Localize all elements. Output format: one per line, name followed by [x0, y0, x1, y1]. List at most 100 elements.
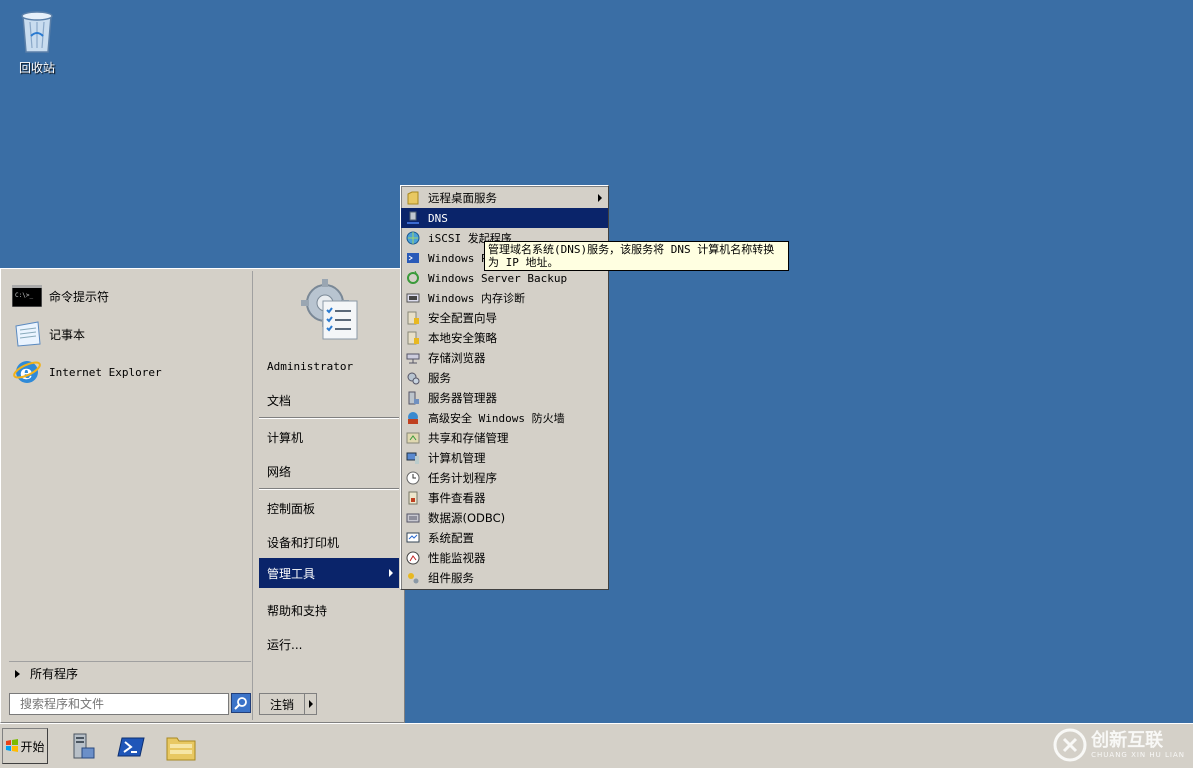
computer-label: 计算机: [267, 430, 304, 445]
firewall-icon: [405, 410, 421, 426]
submenu-item-msconfig[interactable]: 系统配置: [401, 528, 608, 548]
submenu-item-label: Windows Server Backup: [428, 271, 568, 285]
submenu-item-storage-explorer[interactable]: 存储浏览器: [401, 348, 608, 368]
svg-text:C:\>_: C:\>_: [15, 292, 33, 299]
submenu-item-label: 事件查看器: [428, 491, 486, 505]
computer-link[interactable]: 计算机: [259, 422, 399, 452]
submenu-item-backup[interactable]: Windows Server Backup: [401, 268, 608, 288]
help-support-link[interactable]: 帮助和支持: [259, 595, 399, 625]
run-label: 运行...: [267, 637, 303, 652]
submenu-item-label: Windows 内存诊断: [428, 292, 525, 305]
submenu-item-label: 高级安全 Windows 防火墙: [428, 412, 565, 425]
submenu-item-server-manager[interactable]: 服务器管理器: [401, 388, 608, 408]
all-programs-button[interactable]: 所有程序: [9, 661, 251, 685]
share-icon: [405, 430, 421, 446]
windows-logo-icon: [6, 739, 19, 752]
admin-tools-gear-icon: [301, 279, 358, 340]
recycle-bin-label: 回收站: [18, 61, 55, 75]
powershell-icon: [405, 250, 421, 266]
documents-label: 文档: [267, 393, 292, 408]
pinned-item-label: 记事本: [49, 327, 86, 342]
submenu-item-component-services[interactable]: 组件服务: [401, 568, 608, 588]
pinned-item-cmd[interactable]: C:\>_ 命令提示符: [11, 279, 109, 313]
submenu-item-computer-management[interactable]: 计算机管理: [401, 448, 608, 468]
submenu-item-dns[interactable]: DNS: [401, 208, 608, 228]
notepad-icon: [11, 319, 43, 349]
folder-icon: [166, 737, 196, 761]
submenu-item-share-storage[interactable]: 共享和存储管理: [401, 428, 608, 448]
control-panel-link[interactable]: 控制面板: [259, 493, 399, 523]
submenu-item-event-viewer[interactable]: 事件查看器: [401, 488, 608, 508]
submenu-item-task-scheduler[interactable]: 任务计划程序: [401, 468, 608, 488]
devices-printers-link[interactable]: 设备和打印机: [259, 527, 399, 557]
logoff-button[interactable]: 注销: [259, 693, 317, 715]
start-button[interactable]: 开始: [2, 728, 48, 764]
backup-icon: [405, 270, 421, 286]
watermark-subtext: CHUANG XIN HU LIAN: [1091, 751, 1185, 759]
submenu-item-services[interactable]: 服务: [401, 368, 608, 388]
submenu-item-perfmon[interactable]: 性能监视器: [401, 548, 608, 568]
submenu-item-label: DNS: [428, 211, 448, 225]
submenu-item-label: 远程桌面服务: [428, 191, 497, 205]
odbc-icon: [405, 510, 421, 526]
clock-icon: [405, 470, 421, 486]
taskbar-server-manager[interactable]: [64, 730, 98, 764]
admin-tools-link[interactable]: 管理工具: [259, 558, 399, 588]
control-panel-label: 控制面板: [267, 501, 316, 516]
network-label: 网络: [267, 464, 292, 479]
computer-mgmt-icon: [405, 450, 421, 466]
pinned-item-notepad[interactable]: 记事本: [11, 317, 85, 351]
submenu-item-label: 任务计划程序: [428, 471, 497, 485]
submenu-item-security-wizard[interactable]: 安全配置向导: [401, 308, 608, 328]
storage-icon: [405, 350, 421, 366]
user-folder-link[interactable]: Administrator: [259, 351, 399, 381]
start-menu-places-pane: Administrator 文档 计算机 网络 控制面板 设备和打印机 管理工具…: [255, 271, 403, 720]
dns-tooltip: 管理域名系统(DNS)服务，该服务将 DNS 计算机名称转换 为 IP 地址。: [484, 241, 789, 271]
submenu-item-label: 组件服务: [428, 571, 474, 585]
ie-icon: e: [11, 357, 43, 387]
memory-icon: [405, 290, 421, 306]
start-label: 开始: [20, 739, 45, 754]
watermark-logo-icon: [1053, 728, 1087, 762]
user-picture[interactable]: [295, 275, 365, 345]
search-icon: [234, 697, 247, 710]
taskbar-powershell[interactable]: [114, 730, 148, 764]
perfmon-icon: [405, 550, 421, 566]
submenu-item-security-policy[interactable]: 本地安全策略: [401, 328, 608, 348]
recycle-bin[interactable]: 回收站: [8, 6, 66, 76]
iscsi-icon: [405, 230, 421, 246]
services-icon: [405, 370, 421, 386]
submenu-item-label: 数据源(ODBC): [428, 511, 506, 525]
chevron-right-icon: [15, 669, 20, 678]
powershell-icon: [117, 737, 145, 757]
pinned-item-label: Internet Explorer: [49, 365, 162, 379]
run-link[interactable]: 运行...: [259, 629, 399, 659]
submenu-item-odbc[interactable]: 数据源(ODBC): [401, 508, 608, 528]
submenu-item-firewall[interactable]: 高级安全 Windows 防火墙: [401, 408, 608, 428]
security-wizard-icon: [405, 310, 421, 326]
network-link[interactable]: 网络: [259, 456, 399, 486]
submenu-item-remote-desktop[interactable]: 远程桌面服务: [401, 188, 608, 208]
devices-printers-label: 设备和打印机: [267, 535, 340, 550]
pinned-item-ie[interactable]: e Internet Explorer: [11, 355, 162, 389]
submenu-item-label: 服务: [428, 371, 451, 385]
component-icon: [405, 570, 421, 586]
submenu-item-label: 性能监视器: [428, 551, 486, 565]
start-menu-programs-pane: C:\>_ 命令提示符 记事本 e Internet Explorer 所有程序: [3, 271, 253, 720]
submenu-item-label: 本地安全策略: [428, 331, 497, 345]
submenu-item-label: 系统配置: [428, 531, 474, 545]
submenu-item-label: 存储浏览器: [428, 351, 486, 365]
shutdown-options-button[interactable]: [304, 694, 316, 714]
tooltip-line: 管理域名系统(DNS)服务，该服务将 DNS 计算机名称转换: [488, 243, 775, 256]
chevron-right-icon: [598, 194, 602, 202]
search-input[interactable]: [9, 693, 229, 715]
documents-link[interactable]: 文档: [259, 385, 399, 415]
taskbar-explorer[interactable]: [164, 730, 198, 764]
separator: [259, 417, 399, 419]
all-programs-label: 所有程序: [30, 667, 79, 681]
event-icon: [405, 490, 421, 506]
taskbar: 开始 创新互联 CHUANG XIN HU LIAN: [0, 723, 1193, 768]
submenu-item-memory-diagnostic[interactable]: Windows 内存诊断: [401, 288, 608, 308]
admin-tools-label: 管理工具: [267, 566, 316, 581]
search-button[interactable]: [231, 693, 251, 713]
